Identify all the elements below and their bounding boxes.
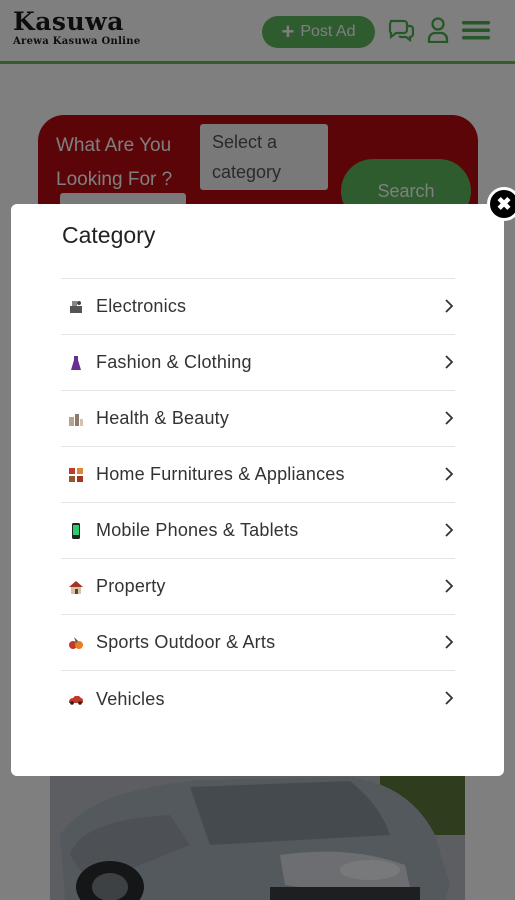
category-label: Health & Beauty [96, 408, 230, 428]
beauty-products-icon [68, 411, 84, 427]
furniture-icon [68, 467, 84, 483]
chevron-right-icon [445, 411, 454, 425]
category-label: Home Furnitures & Appliances [96, 464, 345, 484]
chevron-right-icon [445, 355, 454, 369]
category-label: Electronics [96, 296, 187, 316]
phone-icon [68, 522, 84, 539]
category-item-vehicles[interactable]: Vehicles [61, 671, 455, 727]
chevron-right-icon [445, 691, 454, 705]
category-item-mobile-phones[interactable]: Mobile Phones & Tablets [61, 503, 455, 559]
house-icon [68, 579, 84, 595]
sports-icon [68, 635, 84, 651]
modal-title: Category [62, 222, 156, 248]
category-item-home-furnitures[interactable]: Home Furnitures & Appliances [61, 447, 455, 503]
close-modal-button[interactable]: ✖ [487, 187, 515, 221]
category-label: Sports Outdoor & Arts [96, 632, 276, 652]
category-item-property[interactable]: Property [61, 559, 455, 615]
category-item-health-beauty[interactable]: Health & Beauty [61, 391, 455, 447]
chevron-right-icon [445, 635, 454, 649]
category-label: Fashion & Clothing [96, 352, 252, 372]
chevron-right-icon [445, 299, 454, 313]
electronics-icon [68, 299, 84, 315]
category-label: Property [96, 576, 166, 596]
category-item-fashion-clothing[interactable]: Fashion & Clothing [61, 335, 455, 391]
category-modal: Category Electronics Fashion & Clothing … [11, 204, 504, 776]
category-label: Vehicles [96, 688, 165, 709]
category-item-electronics[interactable]: Electronics [61, 279, 455, 335]
chevron-right-icon [445, 523, 454, 537]
category-item-sports-outdoor-arts[interactable]: Sports Outdoor & Arts [61, 615, 455, 671]
category-list: Electronics Fashion & Clothing Health & … [61, 278, 455, 727]
chevron-right-icon [445, 467, 454, 481]
chevron-right-icon [445, 579, 454, 593]
dress-icon [68, 355, 84, 371]
car-icon [68, 691, 84, 707]
category-label: Mobile Phones & Tablets [96, 520, 299, 540]
close-icon: ✖ [496, 194, 512, 214]
